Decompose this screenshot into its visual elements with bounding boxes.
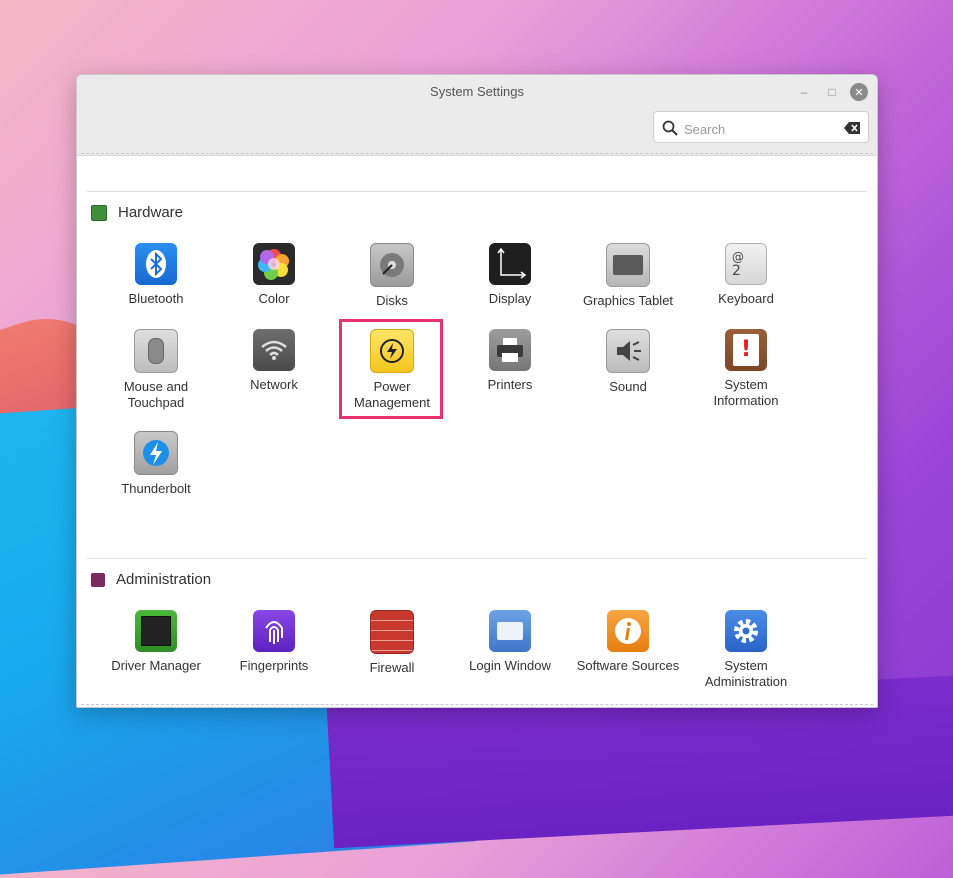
info-icon [607, 610, 649, 652]
settings-item-label: Sound [609, 379, 647, 394]
login-window-icon [489, 610, 531, 652]
settings-item-fingerprints[interactable]: Fingerprints [220, 610, 328, 674]
settings-item-label: Display [488, 291, 532, 306]
settings-item-network[interactable]: Network [220, 329, 328, 393]
settings-item-sound[interactable]: Sound [574, 329, 682, 395]
settings-item-printers[interactable]: Printers [456, 329, 564, 393]
settings-item-system-information[interactable]: ! System Information [692, 329, 800, 409]
settings-item-color[interactable]: Color [220, 243, 328, 307]
search-input[interactable] [682, 118, 836, 140]
settings-item-label: System Administration [704, 658, 788, 689]
mouse-icon [134, 329, 178, 373]
settings-item-firewall[interactable]: Firewall [338, 610, 446, 676]
settings-item-label: Graphics Tablet [582, 293, 674, 308]
keyboard-glyph: 2 [732, 263, 741, 279]
search-field[interactable] [653, 111, 869, 143]
settings-item-mouse-touchpad[interactable]: Mouse and Touchpad [102, 329, 210, 411]
minimize-button[interactable]: – [795, 83, 813, 101]
settings-item-label: Fingerprints [239, 658, 309, 673]
graphics-tablet-icon [606, 243, 650, 287]
fingerprint-icon [253, 610, 295, 652]
settings-item-label: Login Window [469, 658, 551, 673]
speaker-icon [606, 329, 650, 373]
brick-wall-icon [370, 610, 414, 654]
gear-icon [725, 610, 767, 652]
color-icon [253, 243, 295, 285]
settings-item-label: Driver Manager [111, 658, 201, 673]
settings-item-label: Disks [376, 293, 408, 308]
settings-item-label: Printers [487, 377, 533, 392]
settings-item-thunderbolt[interactable]: Thunderbolt [102, 431, 210, 497]
settings-item-label: System Information [713, 377, 779, 408]
keyboard-icon: @ 2 [725, 243, 767, 285]
driver-manager-icon [135, 610, 177, 652]
disks-icon [370, 243, 414, 287]
section-separator [87, 558, 867, 559]
thunderbolt-icon [134, 431, 178, 475]
section-title-hardware: Hardware [118, 204, 184, 221]
settings-item-driver-manager[interactable]: Driver Manager [102, 610, 210, 674]
settings-item-label: Thunderbolt [121, 481, 191, 496]
system-settings-window: System Settings – □ ✕ Hardware Bluetooth [76, 74, 878, 708]
settings-item-display[interactable]: Display [456, 243, 564, 307]
close-button[interactable]: ✕ [850, 83, 868, 101]
divider [81, 704, 873, 705]
settings-item-label: Mouse and Touchpad [123, 379, 189, 410]
chip-icon [91, 204, 107, 221]
section-separator [87, 191, 867, 192]
settings-item-bluetooth[interactable]: Bluetooth [102, 243, 210, 307]
settings-item-login-window[interactable]: Login Window [456, 610, 564, 674]
settings-item-system-administration[interactable]: System Administration [692, 610, 800, 690]
window-title: System Settings [430, 84, 524, 99]
clear-search-icon[interactable] [844, 122, 860, 134]
bluetooth-icon [135, 243, 177, 285]
settings-item-disks[interactable]: Disks [338, 243, 446, 309]
settings-item-label: Firewall [369, 660, 415, 675]
settings-item-label: Color [258, 291, 290, 306]
section-header-hardware: Hardware [91, 204, 183, 221]
terminal-icon [91, 572, 105, 587]
section-header-administration: Administration [91, 571, 211, 588]
settings-item-software-sources[interactable]: Software Sources [574, 610, 682, 674]
settings-item-label: Software Sources [576, 658, 680, 673]
system-information-icon: ! [725, 329, 767, 371]
search-icon [662, 120, 678, 136]
wifi-icon [253, 329, 295, 371]
settings-item-keyboard[interactable]: @ 2 Keyboard [692, 243, 800, 307]
printer-icon [489, 329, 531, 371]
titlebar: System Settings – □ ✕ [77, 75, 877, 156]
display-icon [489, 243, 531, 285]
settings-item-label: Keyboard [718, 291, 774, 306]
settings-item-label: Network [250, 377, 298, 392]
settings-item-graphics-tablet[interactable]: Graphics Tablet [574, 243, 682, 309]
section-title-administration: Administration [116, 571, 212, 588]
maximize-button[interactable]: □ [823, 83, 841, 101]
settings-item-label: Bluetooth [128, 291, 184, 306]
divider [81, 153, 873, 154]
keyboard-glyph: @ [732, 250, 744, 264]
highlight-box [339, 319, 443, 419]
